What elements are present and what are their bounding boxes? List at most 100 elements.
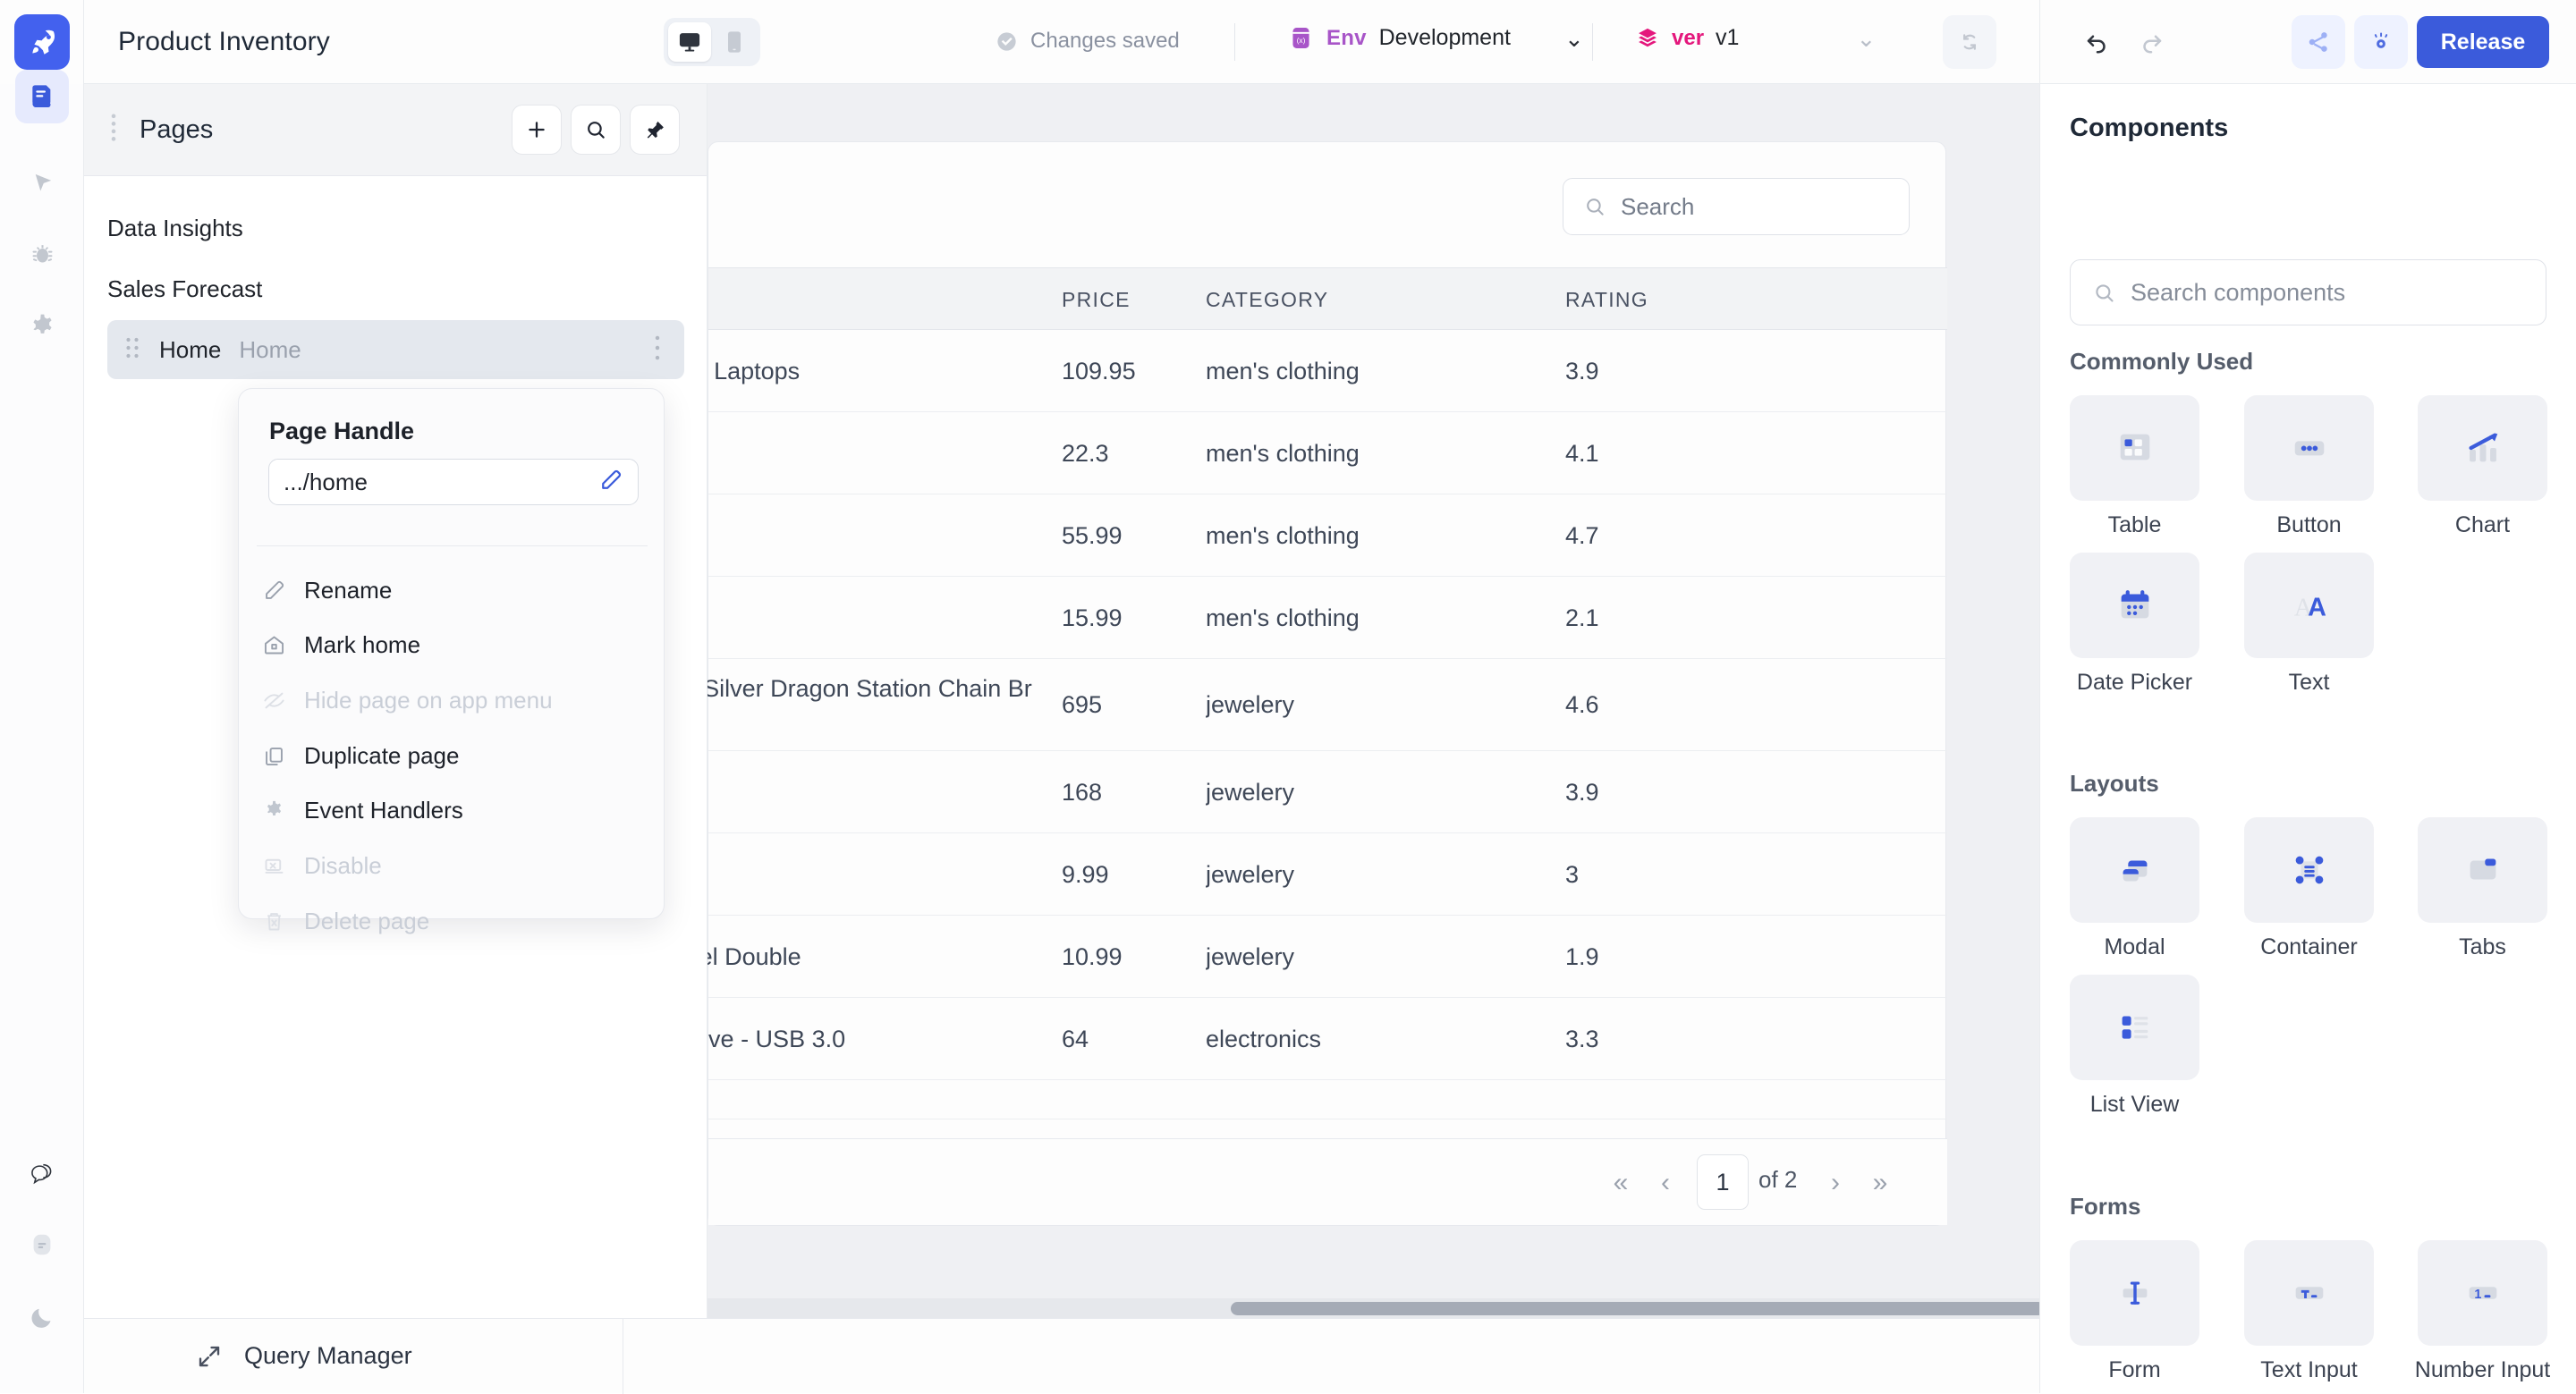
cell-category: jewelery: [1206, 691, 1295, 718]
first-page-button[interactable]: «: [1603, 1164, 1639, 1202]
component-tile-text[interactable]: A A Text: [2244, 553, 2374, 696]
note-icon: [33, 1234, 51, 1255]
pin-panel-button[interactable]: [630, 105, 680, 155]
column-header-category[interactable]: CATEGORY: [1206, 268, 1474, 331]
pages-panel-title: Pages: [140, 114, 214, 144]
add-page-button[interactable]: [512, 105, 562, 155]
cell-name: [708, 494, 1077, 577]
table-row[interactable]: kpack, Fits 15 Laptops 109.95 men's clot…: [708, 330, 1947, 412]
sidebar-item-data-insights[interactable]: Data Insights: [107, 199, 684, 258]
component-tile-chart[interactable]: Chart: [2418, 395, 2547, 538]
release-button[interactable]: Release: [2417, 16, 2549, 68]
page-handle-section-label: Page Handle: [269, 418, 415, 444]
sidebar-item-sales-forecast[interactable]: Sales Forecast: [107, 259, 684, 318]
table-row[interactable]: T-Shirts 22.3 men's clothing 4.1: [708, 412, 1947, 494]
component-tile-modal[interactable]: Modal: [2070, 817, 2199, 960]
table-row-partial[interactable]: [708, 1080, 1947, 1119]
menu-item-label: Event Handlers: [304, 796, 463, 824]
table-search-input[interactable]: Search: [1563, 178, 1910, 235]
menu-item-duplicate-page[interactable]: Duplicate page: [262, 735, 647, 776]
component-tile-date-picker[interactable]: Date Picker: [2070, 553, 2199, 696]
cell-price: 9.99: [1062, 860, 1109, 888]
expand-icon: [199, 1346, 220, 1366]
button-icon: [2244, 395, 2374, 501]
svg-text:A: A: [2308, 594, 2326, 622]
top-toolbar: Product Inventory Changes saved (x) Env …: [0, 0, 2576, 84]
menu-item-mark-home[interactable]: Mark home: [262, 624, 647, 665]
gear-icon: [267, 800, 282, 815]
sidebar-item-comments[interactable]: [15, 1148, 69, 1202]
component-label: Modal: [2104, 934, 2165, 959]
cell-price: 22.3: [1062, 439, 1109, 467]
sidebar-item-pages[interactable]: [15, 70, 69, 123]
table-row[interactable]: 9.99 jewelery 3: [708, 833, 1947, 916]
table-icon: [2070, 395, 2199, 501]
cursor-icon: [35, 173, 51, 191]
cell-category: men's clothing: [1206, 357, 1360, 384]
last-page-button[interactable]: »: [1862, 1164, 1898, 1202]
table-row[interactable]: Naga Gold & Silver Dragon Station Chain …: [708, 659, 1947, 751]
cell-rating: 4.1: [1565, 439, 1599, 467]
column-header-rating[interactable]: RATING: [1565, 268, 1708, 331]
menu-item-label: Mark home: [304, 630, 421, 658]
table-row[interactable]: ernal Hard Drive - USB 3.0 64 electronic…: [708, 998, 1947, 1080]
search-components-input[interactable]: Search components: [2070, 259, 2546, 325]
sidebar-item-home[interactable]: Home Home: [107, 320, 684, 379]
divider: [1234, 23, 1235, 61]
component-tile-form[interactable]: Form: [2070, 1240, 2199, 1383]
menu-item-rename[interactable]: Rename: [262, 570, 647, 611]
chevron-down-icon[interactable]: ⌄: [1564, 27, 1584, 50]
cloud-check-icon: [997, 31, 1016, 51]
table-row[interactable]: Stainless Steel Double 10.99 jewelery 1.…: [708, 916, 1947, 998]
environment-selector[interactable]: (x) Env Development ⌄: [1288, 25, 1584, 51]
sidebar-item-notes[interactable]: [15, 1218, 69, 1271]
horizontal-scrollbar-track[interactable]: [708, 1298, 2039, 1318]
component-tile-number-input[interactable]: 1 Number Input: [2415, 1240, 2550, 1383]
edit-pencil-icon[interactable]: [598, 468, 623, 497]
page-options-icon[interactable]: [654, 334, 661, 366]
page-handle-field[interactable]: .../home: [268, 459, 639, 505]
sidebar-item-debugger[interactable]: [15, 227, 69, 281]
mobile-view-icon[interactable]: [713, 22, 756, 62]
component-tile-container[interactable]: Container: [2244, 817, 2374, 960]
sidebar-item-dark-mode[interactable]: [15, 1289, 69, 1343]
drag-handle-icon[interactable]: [125, 337, 140, 363]
cell-price: 15.99: [1062, 604, 1123, 631]
redo-button[interactable]: [2124, 15, 2178, 69]
next-page-button[interactable]: ›: [1818, 1164, 1853, 1202]
cell-rating: 3.9: [1565, 357, 1599, 384]
table-row[interactable]: 15.99 men's clothing 2.1: [708, 577, 1947, 659]
home-icon: [264, 636, 284, 654]
query-manager-button[interactable]: Query Manager: [84, 1318, 623, 1394]
save-status: Changes saved: [995, 29, 1180, 54]
device-view-toggle[interactable]: [664, 18, 760, 66]
component-tile-tabs[interactable]: Tabs: [2418, 817, 2547, 960]
component-tile-list-view[interactable]: List View: [2070, 975, 2199, 1118]
divider: [1592, 23, 1593, 61]
table-row[interactable]: 168 jewelery 3.9: [708, 751, 1947, 833]
menu-item-label: Disable: [304, 851, 382, 879]
component-tile-table[interactable]: Table: [2070, 395, 2199, 538]
component-tile-button[interactable]: Button: [2244, 395, 2374, 538]
page-number-input[interactable]: 1: [1697, 1154, 1749, 1210]
table-row[interactable]: 55.99 men's clothing 4.7: [708, 494, 1947, 577]
sidebar-item-inspector[interactable]: [15, 156, 69, 209]
horizontal-scrollbar-thumb[interactable]: [1231, 1302, 2039, 1315]
column-header-price[interactable]: PRICE: [1062, 268, 1223, 331]
panel-drag-handle[interactable]: [109, 113, 118, 148]
disable-icon: [265, 858, 284, 874]
chevron-down-icon[interactable]: ⌄: [1856, 27, 1876, 50]
desktop-view-icon[interactable]: [668, 22, 711, 62]
calendar-icon: [2070, 553, 2199, 658]
undo-button[interactable]: [2071, 15, 2124, 69]
preview-button[interactable]: [2354, 15, 2408, 69]
refresh-button[interactable]: [1943, 15, 1996, 69]
menu-item-event-handlers[interactable]: Event Handlers: [262, 790, 647, 831]
component-tile-text-input[interactable]: Text Input: [2244, 1240, 2374, 1383]
search-pages-button[interactable]: [571, 105, 621, 155]
version-selector[interactable]: ver v1 ⌄: [1635, 25, 1876, 51]
share-button[interactable]: [2292, 15, 2345, 69]
sidebar-item-settings[interactable]: [15, 299, 69, 352]
page-name: Home: [159, 335, 222, 363]
prev-page-button[interactable]: ‹: [1648, 1164, 1683, 1202]
